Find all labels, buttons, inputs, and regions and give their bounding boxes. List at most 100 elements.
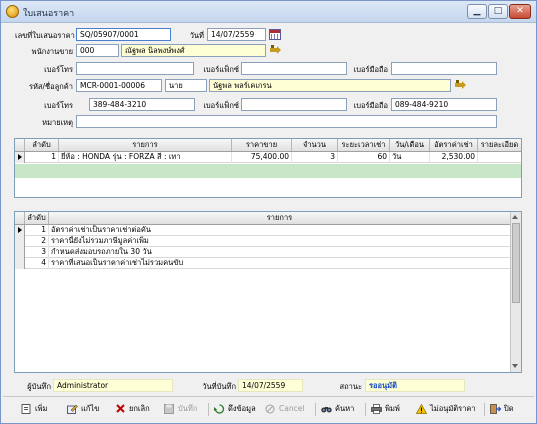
cell-price: 75,400.00 xyxy=(232,152,292,163)
new-document-icon xyxy=(21,404,31,414)
search-button[interactable]: ค้นหา xyxy=(321,401,361,417)
reject-price-label: ไม่อนุมัติราคา xyxy=(430,404,476,413)
scroll-thumb[interactable] xyxy=(512,223,520,303)
customer-code-field[interactable]: MCR-0001-00006 xyxy=(76,79,162,92)
customer-mobile-field[interactable]: 089-484-9210 xyxy=(391,98,497,111)
print-button[interactable]: พิมพ์ xyxy=(371,401,409,417)
calendar-icon[interactable] xyxy=(269,29,281,40)
cell-detail xyxy=(478,152,521,163)
employee-fax-label: เบอร์แฟ็กซ์ xyxy=(203,65,239,74)
new-row-area[interactable] xyxy=(15,164,521,178)
quotation-window: ใบเสนอราคา ▁ □ ✕ เลขที่ใบเสนอราคา SQ/059… xyxy=(0,0,537,424)
print-button-label: พิมพ์ xyxy=(385,404,400,413)
status-label: สถานะ xyxy=(339,382,363,391)
customer-lookup-icon[interactable] xyxy=(455,80,467,91)
edit-button[interactable]: แก้ไข xyxy=(67,401,107,417)
recorder-label: ผู้บันทึก xyxy=(27,382,51,391)
date-field[interactable]: 14/07/2559 xyxy=(207,28,266,41)
table-row[interactable]: 4 ราคาที่เสนอเป็นราคาค่าเช่าไม่รวมคนขับ xyxy=(15,258,510,269)
customer-phone-label: เบอร์โทร xyxy=(44,101,73,110)
customer-phone-field[interactable]: 389-484-3210 xyxy=(89,98,195,111)
note-label: หมายเหตุ xyxy=(42,118,73,127)
customer-title-field: นาย xyxy=(165,79,207,92)
employee-label: พนักงานขาย xyxy=(31,47,73,56)
employee-code-field[interactable]: 000 xyxy=(76,44,119,57)
cell-text: กำหนดส่งมอบรถภายใน 30 วัน xyxy=(51,247,152,256)
items-table-header: ลำดับ รายการ ราคาขาย จำนวน ระยะเวลาเช่า … xyxy=(15,139,521,152)
cancel-document-button[interactable]: ยกเลิก xyxy=(115,401,157,417)
exit-door-icon xyxy=(490,404,501,414)
cell-no: 1 xyxy=(25,225,49,236)
cell-item: ยี่ห้อ : HONDA รุ่น : FORZA สี : เทา xyxy=(59,152,232,163)
employee-lookup-icon[interactable] xyxy=(270,45,282,56)
edit-button-label: แก้ไข xyxy=(81,404,100,413)
table-row[interactable]: 1 อัตราค่าเช่าเป็นราคาเช่าต่อคัน xyxy=(15,225,510,236)
toolbar-separator xyxy=(315,403,316,416)
date-label: วันที่ xyxy=(189,31,204,40)
table-row[interactable]: 1 ยี่ห้อ : HONDA รุ่น : FORZA สี : เทา 7… xyxy=(15,152,521,163)
save-button[interactable]: บันทึก xyxy=(164,401,204,417)
employee-fax-field[interactable] xyxy=(241,62,347,75)
add-button-label: เพิ่ม xyxy=(35,404,48,413)
warning-icon xyxy=(416,404,427,414)
cell-no: 4 xyxy=(25,258,49,269)
app-icon xyxy=(6,5,19,18)
printer-icon xyxy=(371,404,382,414)
reject-price-button[interactable]: ไม่อนุมัติราคา xyxy=(416,401,480,417)
cancel-icon xyxy=(265,404,275,414)
column-header: ราคาขาย xyxy=(232,139,292,151)
customer-fax-field[interactable] xyxy=(241,98,347,111)
close-button-label: ปิด xyxy=(504,404,514,413)
column-header: อัตราค่าเช่า xyxy=(430,139,478,151)
employee-mobile-field[interactable] xyxy=(391,62,497,75)
customer-name-field: นัฐพล พลร์เคเกรน xyxy=(209,79,451,92)
table-row[interactable]: 2 ราคานี้ยังไม่รวมภาษีมูลค่าเพิ่ม xyxy=(15,236,510,247)
employee-mobile-label: เบอร์มือถือ xyxy=(353,65,388,74)
binoculars-icon xyxy=(321,407,332,413)
restore-icon xyxy=(214,404,225,414)
employee-phone-field[interactable] xyxy=(76,62,194,75)
conditions-table-header: ลำดับ รายการ xyxy=(15,212,510,225)
cell-text: อัตราค่าเช่าเป็นราคาเช่าต่อคัน xyxy=(51,225,152,234)
cancel-button-label: Cancel xyxy=(279,404,305,413)
maximize-button[interactable]: □ xyxy=(488,4,508,19)
note-field[interactable] xyxy=(76,115,497,128)
column-header: ลำดับ xyxy=(25,212,49,224)
cell-qty: 3 xyxy=(292,152,338,163)
customer-fax-label: เบอร์แฟ็กซ์ xyxy=(203,101,239,110)
toolbar-separator xyxy=(208,403,209,416)
cancel-button[interactable]: Cancel xyxy=(265,401,311,417)
cell-rate: 2,530.00 xyxy=(430,152,478,163)
delete-x-icon xyxy=(116,404,125,413)
bottom-toolbar: เพิ่ม แก้ไข ยกเลิก บันทึก ดึงข้อมูล Canc… xyxy=(3,396,534,420)
cell-text: ราคานี้ยังไม่รวมภาษีมูลค่าเพิ่ม xyxy=(51,236,149,245)
close-window-button[interactable]: ✕ xyxy=(509,4,531,19)
save-button-label: บันทึก xyxy=(178,404,198,413)
add-button[interactable]: เพิ่ม xyxy=(21,401,57,417)
quote-no-field[interactable]: SQ/05907/0001 xyxy=(76,28,171,41)
column-header: ระยะเวลาเช่า xyxy=(338,139,390,151)
cell-text: ราคาที่เสนอเป็นราคาค่าเช่าไม่รวมคนขับ xyxy=(51,258,184,267)
cell-no: 2 xyxy=(25,236,49,247)
column-header: วัน/เดือน xyxy=(390,139,430,151)
toolbar-separator xyxy=(365,403,366,416)
record-date-field: 14/07/2559 xyxy=(238,379,303,392)
cell-unit: วัน xyxy=(390,152,430,163)
customer-label: รหัส/ชื่อลูกค้า xyxy=(28,82,73,91)
scroll-up-icon[interactable] xyxy=(512,215,518,219)
items-table: ลำดับ รายการ ราคาขาย จำนวน ระยะเวลาเช่า … xyxy=(14,138,522,198)
recorder-field: Administrator xyxy=(53,379,173,392)
scroll-down-icon[interactable] xyxy=(512,364,518,368)
restore-button[interactable]: ดึงข้อมูล xyxy=(214,401,260,417)
conditions-scrollbar[interactable] xyxy=(510,212,521,372)
cell-no: 3 xyxy=(25,247,49,258)
restore-button-label: ดึงข้อมูล xyxy=(228,404,256,413)
cancel-document-label: ยกเลิก xyxy=(129,404,150,413)
save-disk-icon xyxy=(164,404,174,414)
conditions-table: ลำดับ รายการ 1 อัตราค่าเช่าเป็นราคาเช่าต… xyxy=(14,211,522,373)
minimize-button[interactable]: ▁ xyxy=(467,4,487,19)
status-badge: รออนุมัติ xyxy=(365,379,465,392)
close-button[interactable]: ปิด xyxy=(490,401,524,417)
column-header: จำนวน xyxy=(292,139,338,151)
table-row[interactable]: 3 กำหนดส่งมอบรถภายใน 30 วัน xyxy=(15,247,510,258)
